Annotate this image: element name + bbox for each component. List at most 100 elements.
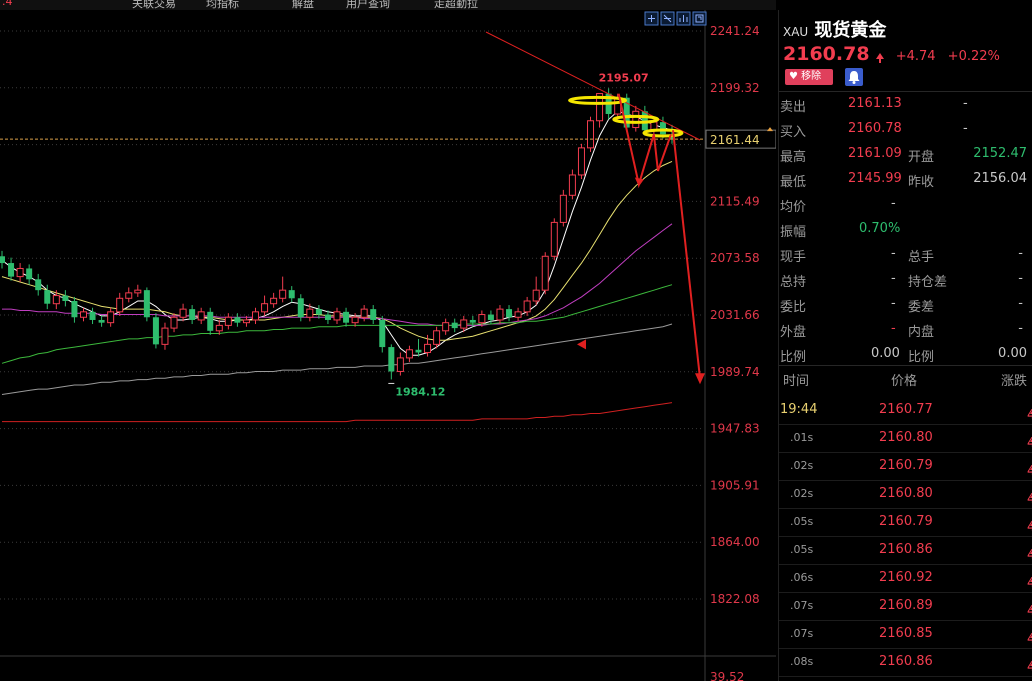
tick-row[interactable]: .08s2160.864.82 (779, 648, 1032, 677)
tick-price: 2160.86 (879, 654, 933, 669)
tick-time: .05s (790, 543, 814, 556)
candle-body (89, 311, 96, 320)
candle-body (433, 330, 441, 345)
candle-body (632, 110, 640, 129)
tick-price: 2160.80 (879, 486, 933, 501)
candle-body (189, 309, 196, 320)
candle-body (297, 298, 304, 318)
tick-price: 2160.77 (879, 402, 933, 417)
stat-value: - (891, 271, 896, 286)
toolbar-item-indicator[interactable]: 均指标 (206, 0, 239, 10)
toolbar-item-trade[interactable]: 关联交易 (132, 0, 176, 10)
tick-row[interactable]: 19:442160.774.73 (779, 396, 1032, 425)
tick-row[interactable]: .02s2160.794.75 (779, 452, 1032, 481)
candle-body (577, 147, 585, 176)
stat-value-secondary: - (963, 121, 968, 136)
toolbar-item-query[interactable]: 用户查询 (346, 0, 390, 10)
candle-body (415, 349, 422, 353)
y-tick-label: 39.52 (710, 670, 744, 681)
candle-body (252, 311, 260, 321)
arrow-marker-icon (577, 339, 586, 350)
tick-row[interactable]: .01s2160.804.76 (779, 424, 1032, 453)
stat-value-secondary: 0.00 (998, 346, 1027, 361)
candle-body (343, 311, 350, 323)
candle-body (424, 343, 432, 353)
toolbar-item-analysis[interactable]: 解盘 (292, 0, 314, 10)
tick-row[interactable]: .07s2160.894.85 (779, 592, 1032, 621)
candle-body (197, 311, 205, 321)
tick-time: .07s (790, 627, 814, 640)
y-tick-label: 2073.58 (710, 251, 760, 265)
stat-row: 均价 - (779, 192, 1032, 217)
stat-label: 最低 (780, 175, 807, 190)
remove-button[interactable]: ♥ 移除 (785, 69, 833, 85)
ticks-header-price: 价格 (891, 374, 918, 389)
candle-body (550, 221, 558, 257)
tick-time: .01s (790, 431, 814, 444)
alert-bell-button[interactable] (845, 68, 863, 86)
tick-time: .05s (790, 515, 814, 528)
stat-value-secondary: - (1018, 296, 1023, 311)
candle-body (143, 290, 150, 318)
stat-label: 均价 (780, 200, 807, 215)
candle-body (514, 311, 522, 318)
stat-row: 最高 2161.09 开盘 2152.47 (779, 142, 1032, 167)
toolbar-item-trend[interactable]: 走超勤拉 (434, 0, 478, 10)
stat-value-secondary: - (1018, 246, 1023, 261)
symbol-name: 现货黄金 (814, 20, 887, 41)
tick-price: 2160.85 (879, 626, 933, 641)
stat-label-secondary: 比例 (908, 350, 935, 365)
candle-body (234, 317, 241, 323)
expand-icon[interactable] (692, 11, 707, 26)
candle-body (71, 300, 78, 318)
stat-label-secondary: 内盘 (908, 325, 935, 340)
tick-row[interactable]: .05s2160.794.75 (779, 508, 1032, 537)
heart-icon: ♥ (789, 71, 798, 82)
stat-label-secondary: 委差 (908, 300, 935, 315)
stat-label-secondary: 总手 (908, 250, 935, 265)
candle-body (360, 308, 368, 318)
stat-row: 委比 - 委差 - (779, 292, 1032, 317)
candle-body (279, 289, 287, 299)
bar-chart-icon[interactable] (676, 11, 691, 26)
stat-value: - (891, 196, 896, 211)
candle-body (333, 311, 341, 321)
current-price: 2160.78 (783, 43, 870, 65)
candlestick-chart[interactable]: 2241.242199.322157.412115.492073.582031.… (0, 10, 776, 681)
stat-value-secondary: - (1018, 271, 1023, 286)
candle-body (496, 308, 504, 321)
candle-body (215, 324, 223, 332)
y-tick-label: 1989.74 (710, 365, 760, 379)
candle-body (442, 322, 450, 332)
candle-body (388, 347, 395, 372)
zoom-out-icon[interactable] (660, 11, 675, 26)
price-change-pct: +0.22% (947, 49, 1000, 64)
candle-body (532, 289, 540, 302)
tick-row[interactable]: .07s2160.854.81 (779, 620, 1032, 649)
tick-time: .06s (790, 571, 814, 584)
tick-row[interactable]: .02s2160.804.76 (779, 480, 1032, 509)
candle-body (559, 194, 567, 223)
stat-value: 2161.09 (848, 146, 902, 161)
candle-body (315, 309, 322, 315)
stat-value: 0.70% (859, 221, 901, 236)
stat-label: 最高 (780, 150, 807, 165)
tick-row[interactable]: .06s2160.924.88 (779, 564, 1032, 593)
stat-label: 比例 (780, 350, 807, 365)
chart-canvas[interactable]: 2241.242199.322157.412115.492073.582031.… (0, 10, 776, 681)
stat-label: 外盘 (780, 325, 807, 340)
tick-time: 19:44 (780, 402, 818, 417)
stat-value: - (891, 296, 896, 311)
candle-body (224, 316, 232, 326)
price-marker-icon (767, 127, 773, 132)
tick-price: 2160.89 (879, 598, 933, 613)
tick-row[interactable]: .05s2160.864.82 (779, 536, 1032, 565)
stat-value-secondary: - (1018, 321, 1023, 336)
stat-row: 总持 - 持仓差 - (779, 267, 1032, 292)
candle-body (62, 295, 69, 301)
ma-line-5 (2, 402, 673, 423)
tick-price: 2160.92 (879, 570, 933, 585)
zoom-in-icon[interactable] (644, 11, 659, 26)
candle-body (44, 290, 51, 304)
arrow-annotation (672, 130, 701, 379)
